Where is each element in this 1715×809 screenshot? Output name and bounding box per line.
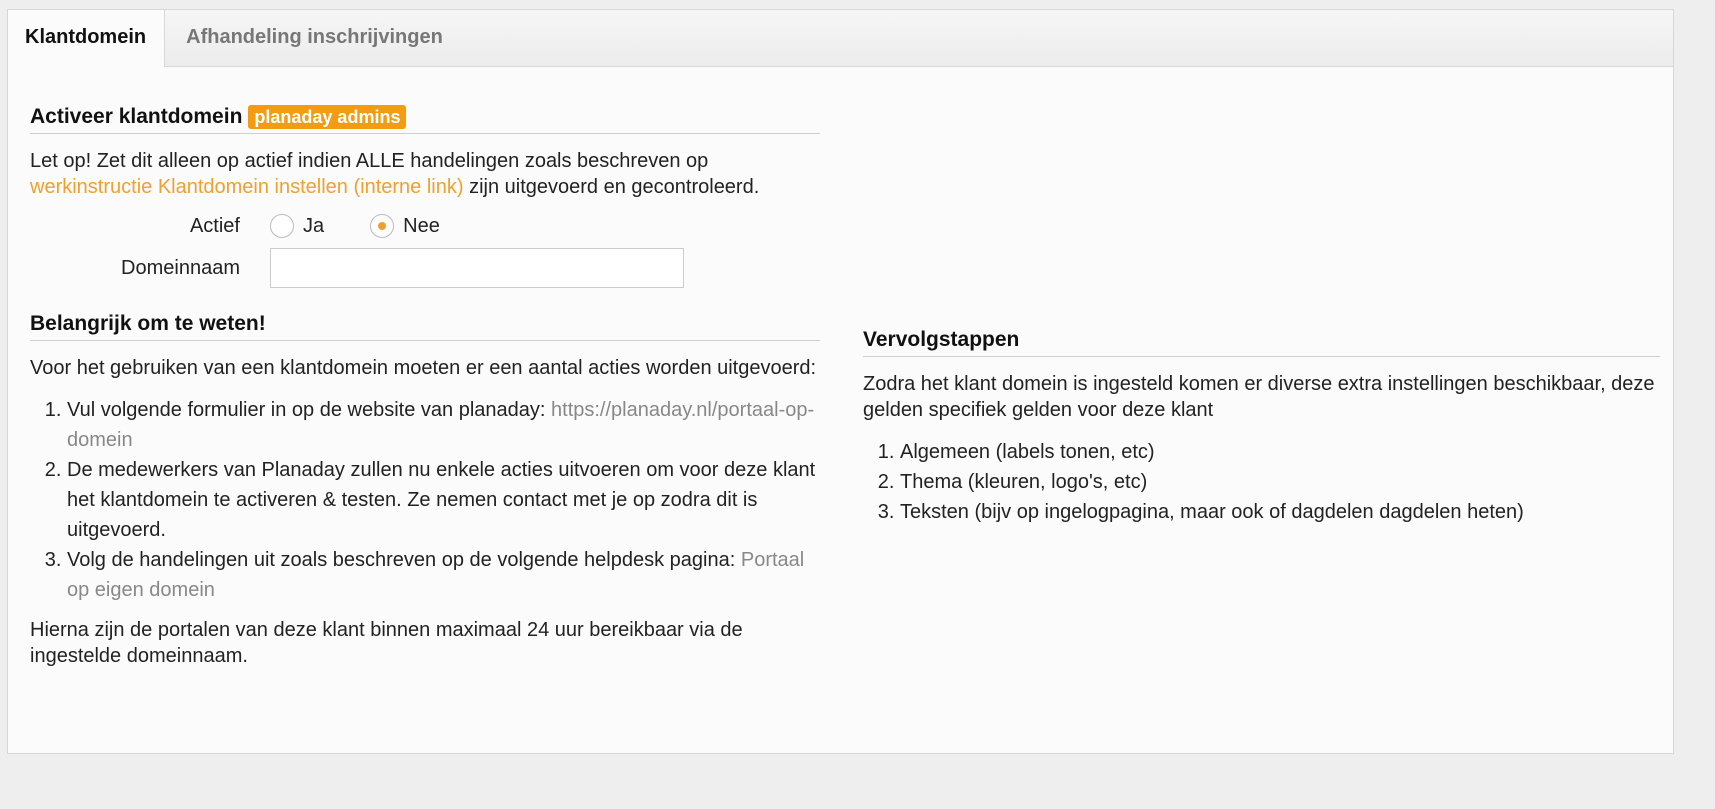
list-item: Volg de handelingen uit zoals beschreven… bbox=[67, 545, 820, 605]
admin-badge: planaday admins bbox=[248, 105, 407, 129]
radio-nee-label[interactable]: Nee bbox=[403, 215, 440, 238]
domeinnaam-label: Domeinnaam bbox=[121, 256, 240, 279]
activate-section-title: Activeer klantdomein planaday admins bbox=[30, 105, 820, 134]
next-intro: Zodra het klant domein is ingesteld kome… bbox=[863, 373, 1655, 421]
warning-suffix: zijn uitgevoerd en gecontroleerd. bbox=[463, 176, 760, 198]
tab-bar: Klantdomein Afhandeling inschrijvingen bbox=[8, 10, 1673, 67]
activate-title: Activeer klantdomein bbox=[30, 105, 243, 128]
warning-prefix: Let op! Zet dit alleen op actief indien … bbox=[30, 150, 709, 172]
list-item: Thema (kleuren, logo's, etc) bbox=[900, 467, 1660, 497]
list-item: Algemeen (labels tonen, etc) bbox=[900, 437, 1660, 467]
step-text: Vul volgende formulier in op de website … bbox=[67, 399, 552, 421]
next-title: Vervolgstappen bbox=[863, 328, 1020, 351]
actief-label: Actief bbox=[189, 214, 240, 237]
important-outro: Hierna zijn de portalen van deze klant b… bbox=[30, 619, 743, 667]
werkinstructie-link[interactable]: werkinstructie Klantdomein instellen (in… bbox=[30, 176, 464, 198]
right-column: Vervolgstappen Zodra het klant domein is… bbox=[863, 328, 1660, 527]
step-text: De medewerkers van Planaday zullen nu en… bbox=[67, 459, 816, 541]
important-steps: Vul volgende formulier in op de website … bbox=[30, 395, 820, 605]
radio-ja[interactable] bbox=[270, 214, 294, 238]
next-steps: Algemeen (labels tonen, etc) Thema (kleu… bbox=[863, 437, 1660, 527]
step-text: Volg de handelingen uit zoals beschreven… bbox=[67, 549, 741, 571]
radio-nee[interactable] bbox=[370, 214, 395, 238]
tab-afhandeling-inschrijvingen[interactable]: Afhandeling inschrijvingen bbox=[165, 10, 461, 66]
important-intro: Voor het gebruiken van een klantdomein m… bbox=[30, 357, 817, 379]
next-section-title: Vervolgstappen bbox=[863, 328, 1660, 357]
radio-ja-label[interactable]: Ja bbox=[303, 215, 324, 238]
actief-row: Actief Ja Nee bbox=[30, 214, 820, 238]
domeinnaam-input[interactable] bbox=[270, 248, 684, 288]
settings-panel: Klantdomein Afhandeling inschrijvingen A… bbox=[7, 9, 1674, 754]
left-column: Activeer klantdomein planaday admins Let… bbox=[30, 105, 820, 669]
important-title: Belangrijk om te weten! bbox=[30, 312, 266, 335]
list-item: Vul volgende formulier in op de website … bbox=[67, 395, 820, 455]
important-section-title: Belangrijk om te weten! bbox=[30, 312, 820, 341]
actief-radio-group: Ja Nee bbox=[270, 214, 486, 238]
list-item: De medewerkers van Planaday zullen nu en… bbox=[67, 455, 820, 545]
list-item: Teksten (bijv op ingelogpagina, maar ook… bbox=[900, 497, 1660, 527]
warning-text: Let op! Zet dit alleen op actief indien … bbox=[30, 148, 820, 200]
domeinnaam-row: Domeinnaam bbox=[30, 248, 820, 288]
tab-klantdomein[interactable]: Klantdomein bbox=[8, 10, 166, 67]
